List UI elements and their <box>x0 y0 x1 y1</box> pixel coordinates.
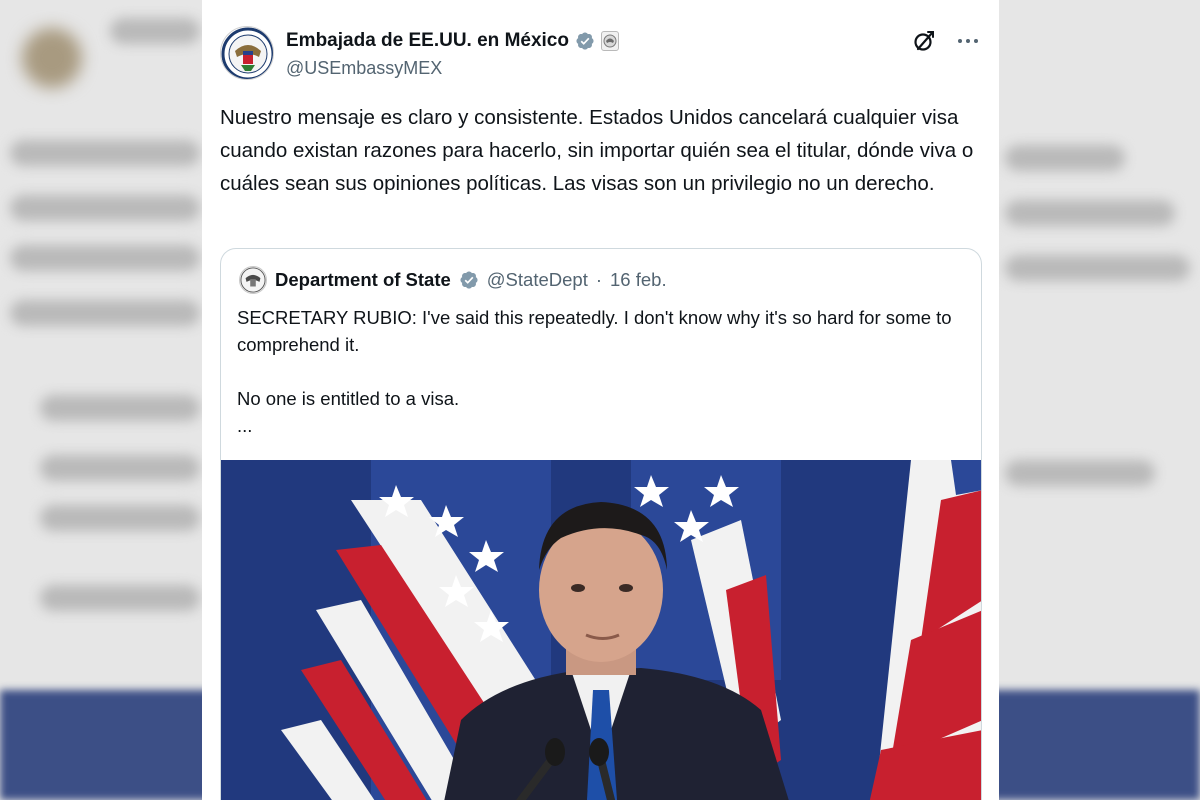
blurred-text-line <box>10 195 200 221</box>
post-text: Nuestro mensaje es claro y consistente. … <box>220 106 974 195</box>
government-badge-icon <box>600 31 619 51</box>
embassy-seal-avatar[interactable] <box>220 26 274 80</box>
verified-badge-icon <box>460 271 478 289</box>
blurred-text-line <box>1005 200 1175 226</box>
speaker-with-flags-image <box>221 460 981 800</box>
blurred-text-line <box>40 505 200 531</box>
blurred-avatar <box>22 28 82 88</box>
quoted-text-ellipsis: ... <box>237 415 253 436</box>
blurred-text-line <box>10 300 200 326</box>
author-name[interactable]: Embajada de EE.UU. en México <box>286 30 569 52</box>
quoted-post[interactable]: Department of State @StateDept · 16 feb.… <box>220 248 982 800</box>
video-thumbnail[interactable] <box>221 460 981 800</box>
more-options-icon[interactable] <box>955 28 981 54</box>
verified-badge-icon <box>576 32 594 50</box>
quoted-author-name[interactable]: Department of State <box>275 269 451 291</box>
blurred-text-line <box>40 455 200 481</box>
blurred-text-line <box>10 140 200 166</box>
blurred-text-line <box>1005 255 1190 281</box>
quoted-post-header: Department of State @StateDept · 16 feb. <box>239 265 667 295</box>
seal-mini-icon <box>603 34 617 48</box>
blurred-text-line <box>40 395 200 421</box>
embassy-seal-icon <box>221 27 273 79</box>
grok-icon[interactable] <box>911 28 937 54</box>
author-handle[interactable]: @USEmbassyMEX <box>286 58 619 79</box>
post-header: Embajada de EE.UU. en México @USEmbassyM… <box>220 26 981 82</box>
blurred-text-line <box>40 585 200 611</box>
separator-dot: · <box>595 269 603 290</box>
author-block: Embajada de EE.UU. en México @USEmbassyM… <box>286 28 619 79</box>
quoted-author-handle[interactable]: @StateDept <box>487 269 588 291</box>
quoted-post-date[interactable]: 16 feb. <box>610 269 667 291</box>
display-name-row: Embajada de EE.UU. en México <box>286 28 619 54</box>
blurred-text-line <box>1005 145 1125 171</box>
quoted-post-text: SECRETARY RUBIO: I've said this repeated… <box>237 304 967 439</box>
blurred-text-line <box>1005 460 1155 486</box>
quoted-text-line: SECRETARY RUBIO: I've said this repeated… <box>237 307 952 355</box>
post-card: Embajada de EE.UU. en México @USEmbassyM… <box>202 0 999 800</box>
blurred-text-line <box>110 18 200 44</box>
state-department-seal-avatar[interactable] <box>239 266 267 294</box>
blurred-text-line <box>10 245 200 271</box>
quoted-text-line: No one is entitled to a visa. <box>237 388 460 409</box>
